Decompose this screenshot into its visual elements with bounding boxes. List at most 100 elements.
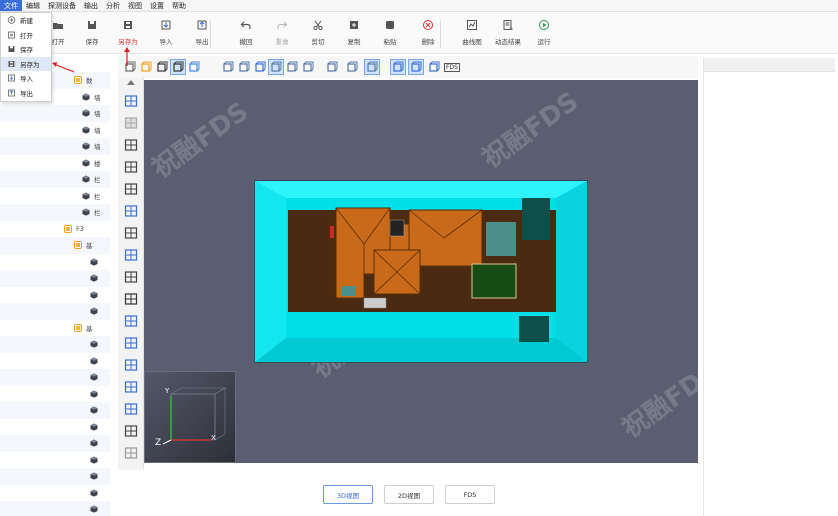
view-tool-2[interactable] (154, 59, 170, 75)
menu-5[interactable]: 视图 (124, 0, 146, 11)
object-tool-2[interactable] (122, 136, 139, 153)
menu-3[interactable]: 输出 (80, 0, 102, 11)
teal-block (519, 316, 549, 342)
view-tab-0[interactable]: 3D视图 (323, 485, 373, 504)
undo-button[interactable]: 撤回 (228, 18, 264, 46)
view-tool-17[interactable]: FDS (444, 59, 460, 75)
save-button[interactable]: 保存 (74, 18, 110, 46)
tree-item[interactable] (90, 303, 102, 320)
view-tool-9[interactable] (284, 59, 300, 75)
tree-item[interactable]: 数 (74, 72, 93, 89)
object-tool-10[interactable] (122, 312, 139, 329)
object-tool-14[interactable] (122, 400, 139, 417)
object-tool-12[interactable] (122, 356, 139, 373)
menu-4[interactable]: 分析 (102, 0, 124, 11)
object-tool-0[interactable] (122, 92, 139, 109)
view-tool-0[interactable] (122, 59, 138, 75)
menu-7[interactable]: 帮助 (168, 0, 190, 11)
copy-button[interactable]: 复制 (336, 18, 372, 46)
tree-item[interactable] (90, 402, 102, 419)
object-tool-3[interactable] (122, 158, 139, 175)
tree-item[interactable] (90, 270, 102, 287)
tree-item[interactable]: 墙 (82, 89, 101, 106)
building-model[interactable] (254, 180, 588, 363)
tree-item[interactable] (90, 419, 102, 436)
tree-item[interactable]: 楼 (82, 155, 101, 172)
dynamic-result-button[interactable]: 动态结果 (490, 18, 526, 46)
view-tool-16[interactable] (426, 59, 442, 75)
cube-view-icon (189, 61, 200, 72)
object-tool-15[interactable] (122, 422, 139, 439)
3d-viewport[interactable]: 祝融FDS 祝融FDS 祝融FDS 祝融FDS (144, 80, 698, 463)
tree-item[interactable] (90, 485, 102, 502)
tree-item[interactable]: 栏 (82, 188, 101, 205)
tree-item[interactable] (90, 501, 102, 516)
redo-button[interactable]: 重做 (264, 18, 300, 46)
tree-item[interactable]: 栏 (82, 204, 101, 221)
cut-button[interactable]: 剪切 (300, 18, 336, 46)
cube-view-icon (287, 61, 298, 72)
cube-icon (90, 291, 98, 299)
file-menu-label: 新建 (20, 17, 33, 26)
view-tool-5[interactable] (220, 59, 236, 75)
import-button[interactable]: 导入 (148, 18, 184, 46)
chart-button[interactable]: 曲线图 (454, 18, 490, 46)
run-button[interactable]: 运行 (526, 18, 562, 46)
tree-item[interactable]: 墙 (82, 105, 101, 122)
tree-item[interactable]: 基 (74, 237, 93, 254)
view-tool-15[interactable] (408, 59, 424, 75)
save-as-button[interactable]: 另存为 (110, 18, 146, 46)
file-menu-save[interactable]: 保存 (1, 42, 51, 57)
menu-2[interactable]: 探测设备 (44, 0, 80, 11)
file-menu-new[interactable]: 新建 (1, 13, 51, 28)
export-button[interactable]: 导出 (184, 18, 220, 46)
view-tool-12[interactable] (344, 59, 360, 75)
object-tool-6[interactable] (122, 224, 139, 241)
tree-item[interactable] (90, 287, 102, 304)
scroll-up-icon[interactable] (127, 80, 135, 85)
view-tool-10[interactable] (300, 59, 316, 75)
object-tool-7[interactable] (122, 246, 139, 263)
object-tool-4[interactable] (122, 180, 139, 197)
object-tool-11[interactable] (122, 334, 139, 351)
tree-item[interactable]: 墙 (82, 138, 101, 155)
object-tool-9[interactable] (122, 290, 139, 307)
view-tool-13[interactable] (364, 59, 380, 75)
tree-item[interactable] (90, 369, 102, 386)
paste-button[interactable]: 粘贴 (372, 18, 408, 46)
tree-item[interactable] (90, 435, 102, 452)
tree-item-label: F3 (76, 224, 84, 233)
menu-1[interactable]: 编辑 (22, 0, 44, 11)
file-menu-export[interactable]: 导出 (1, 86, 51, 101)
tree-item[interactable] (90, 452, 102, 469)
view-tool-1[interactable] (138, 59, 154, 75)
file-menu-save-as[interactable]: 另存为 (1, 56, 51, 71)
tree-item[interactable] (90, 353, 102, 370)
tree-item[interactable]: 基 (74, 320, 93, 337)
view-tool-3[interactable] (170, 59, 186, 75)
view-tool-6[interactable] (236, 59, 252, 75)
file-menu-open[interactable]: 打开 (1, 28, 51, 43)
tree-item[interactable]: F3 (64, 221, 84, 238)
object-tool-5[interactable] (122, 202, 139, 219)
tree-item[interactable] (90, 336, 102, 353)
object-tool-16[interactable] (122, 444, 139, 461)
view-tool-8[interactable] (268, 59, 284, 75)
view-tool-4[interactable] (186, 59, 202, 75)
view-tab-1[interactable]: 2D视图 (384, 485, 434, 504)
tree-item[interactable] (90, 254, 102, 271)
view-tool-7[interactable] (252, 59, 268, 75)
object-tool-8[interactable] (122, 268, 139, 285)
object-tool-13[interactable] (122, 378, 139, 395)
tree-item[interactable] (90, 468, 102, 485)
menu-6[interactable]: 设置 (146, 0, 168, 11)
menu-0[interactable]: 文件 (0, 0, 22, 11)
tree-item[interactable] (90, 386, 102, 403)
view-tool-11[interactable] (324, 59, 340, 75)
file-menu-import[interactable]: 导入 (1, 71, 51, 86)
tree-item[interactable]: 栏 (82, 171, 101, 188)
tree-item[interactable]: 墙 (82, 122, 101, 139)
view-tab-2[interactable]: FDS (445, 485, 495, 504)
view-tool-14[interactable] (390, 59, 406, 75)
object-tool-1[interactable] (122, 114, 139, 131)
